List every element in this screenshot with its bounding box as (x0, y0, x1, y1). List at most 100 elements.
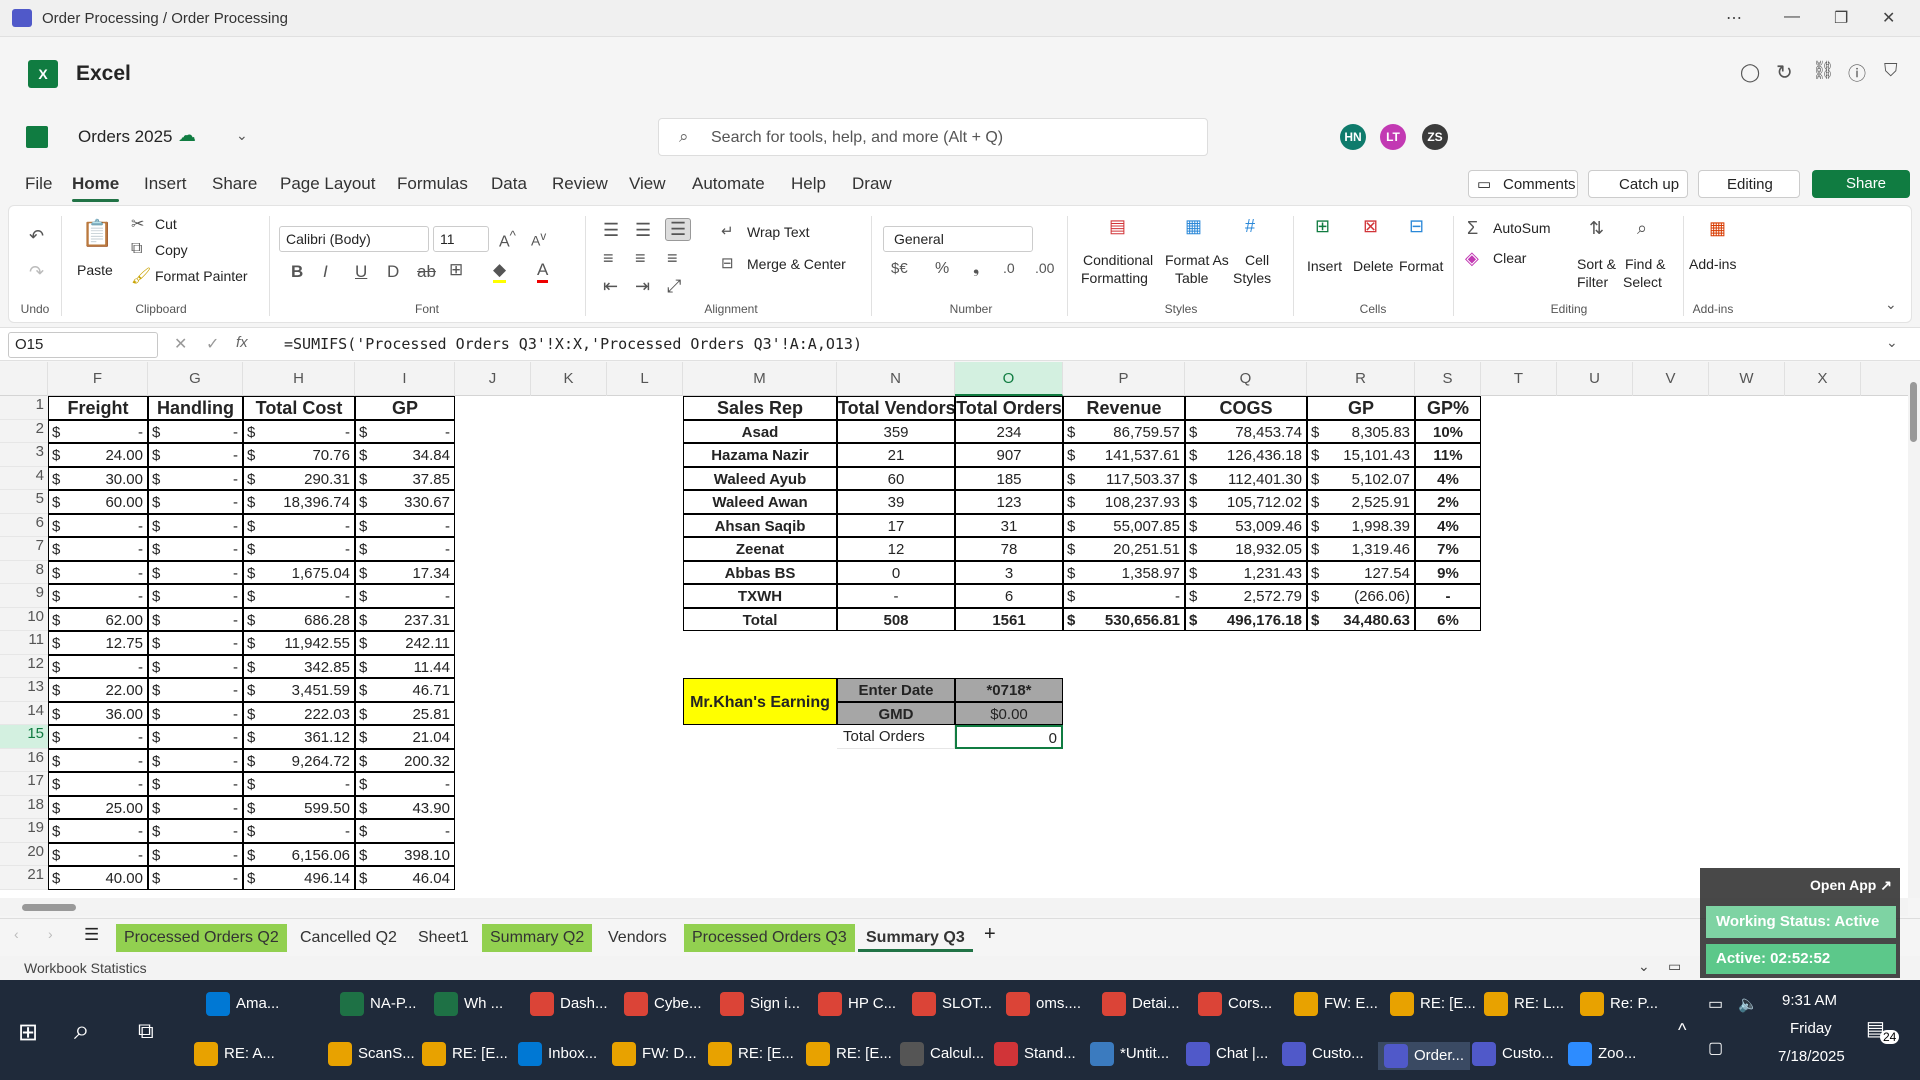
taskbar-app-button[interactable]: Custo... (1472, 1042, 1554, 1066)
avatar[interactable]: LT (1380, 124, 1406, 150)
function-icon[interactable]: fx (236, 334, 248, 351)
orders-cell[interactable]: 31 (955, 513, 1063, 537)
column-header[interactable]: R (1307, 362, 1415, 396)
merge-center-button[interactable]: Merge & Center (747, 256, 846, 272)
cogs-cell[interactable]: $18,932.05 (1185, 537, 1307, 561)
format-as-table-button[interactable]: Format As (1165, 252, 1229, 268)
summary-header-cell[interactable]: Revenue (1063, 396, 1185, 420)
tab-share[interactable]: Share (212, 174, 257, 194)
summary-header-cell[interactable]: GP (1307, 396, 1415, 420)
gp-cell[interactable]: $ (266.06) (1307, 584, 1415, 608)
add-ins-button[interactable]: Add-ins (1689, 256, 1736, 272)
currency-cell[interactable]: $ - (148, 795, 243, 819)
increase-decimal-icon[interactable]: .0 (1003, 260, 1015, 276)
gp-percent-cell[interactable]: 4% (1415, 513, 1481, 537)
taskbar-app-button[interactable]: oms.... (1006, 992, 1081, 1016)
vendors-cell[interactable]: 17 (837, 513, 955, 537)
row-header[interactable]: 20 (0, 842, 48, 866)
sheet-tab[interactable]: Cancelled Q2 (292, 924, 405, 952)
currency-cell[interactable]: $12.75 (48, 631, 148, 655)
tab-formulas[interactable]: Formulas (397, 174, 468, 194)
currency-cell[interactable]: $ - (243, 772, 355, 796)
currency-cell[interactable]: $ - (148, 466, 243, 490)
cell-styles-button[interactable]: Cell (1245, 252, 1269, 268)
currency-cell[interactable]: $30.00 (48, 466, 148, 490)
gp-cell[interactable]: $1,998.39 (1307, 513, 1415, 537)
currency-cell[interactable]: $ - (148, 772, 243, 796)
currency-cell[interactable]: $ - (148, 537, 243, 561)
currency-cell[interactable]: $ - (48, 584, 148, 608)
row-header[interactable]: 12 (0, 654, 48, 678)
taskbar-app-button[interactable]: RE: [E... (422, 1042, 508, 1066)
taskbar-app-button[interactable]: Zoo... (1568, 1042, 1636, 1066)
sheet-tab[interactable]: Vendors (600, 924, 675, 952)
search-box[interactable]: ⌕ Search for tools, help, and more (Alt … (658, 118, 1208, 156)
vendors-cell[interactable]: 508 (837, 607, 955, 631)
close-button[interactable]: ✕ (1882, 8, 1895, 28)
task-view-icon[interactable]: ⧉ (138, 1018, 154, 1044)
show-hidden-icons[interactable]: ^ (1678, 1020, 1686, 1041)
revenue-cell[interactable]: $141,537.61 (1063, 443, 1185, 467)
currency-cell[interactable]: $25.00 (48, 795, 148, 819)
tab-review[interactable]: Review (552, 174, 608, 194)
currency-cell[interactable]: $ - (355, 584, 455, 608)
taskbar-app-button[interactable]: Sign i... (720, 992, 800, 1016)
currency-cell[interactable]: $ - (48, 725, 148, 749)
find-select-button[interactable]: Find & (1625, 256, 1665, 272)
row-header[interactable]: 14 (0, 701, 48, 725)
column-title-cell[interactable]: Freight (48, 396, 148, 420)
tab-automate[interactable]: Automate (692, 174, 765, 194)
currency-cell[interactable]: $398.10 (355, 842, 455, 866)
taskbar-app-button[interactable]: FW: D... (612, 1042, 697, 1066)
editing-mode-button[interactable]: Editing (1698, 170, 1800, 198)
row-header[interactable]: 18 (0, 795, 48, 819)
currency-cell[interactable]: $ - (148, 866, 243, 890)
clock-date[interactable]: 7/18/2025 (1778, 1048, 1845, 1065)
orders-cell[interactable]: 6 (955, 584, 1063, 608)
gp-cell[interactable]: $127.54 (1307, 560, 1415, 584)
tab-page-layout[interactable]: Page Layout (280, 174, 375, 194)
orders-cell[interactable]: 3 (955, 560, 1063, 584)
vertical-scrollbar[interactable] (1908, 362, 1920, 898)
add-sheet-icon[interactable]: + (984, 923, 996, 946)
cogs-cell[interactable]: $78,453.74 (1185, 419, 1307, 443)
taskbar-app-button[interactable]: Calcul... (900, 1042, 984, 1066)
gp-percent-cell[interactable]: - (1415, 584, 1481, 608)
column-header[interactable]: V (1633, 362, 1709, 396)
taskbar-app-button[interactable]: *Untit... (1090, 1042, 1169, 1066)
column-title-cell[interactable]: Total Cost (243, 396, 355, 420)
search-icon[interactable]: ⌕ (74, 1014, 90, 1047)
cogs-cell[interactable]: $53,009.46 (1185, 513, 1307, 537)
vendors-cell[interactable]: - (837, 584, 955, 608)
currency-cell[interactable]: $43.90 (355, 795, 455, 819)
minimize-button[interactable]: — (1784, 8, 1800, 26)
currency-cell[interactable]: $21.04 (355, 725, 455, 749)
tab-help[interactable]: Help (791, 174, 826, 194)
vendors-cell[interactable]: 0 (837, 560, 955, 584)
undo-icon[interactable]: ↶ (29, 226, 44, 247)
column-header[interactable]: K (531, 362, 607, 396)
column-title-cell[interactable]: Handling (148, 396, 243, 420)
sales-rep-cell[interactable]: Waleed Ayub (683, 466, 837, 490)
taskbar-app-button[interactable]: HP C... (818, 992, 896, 1016)
row-header[interactable]: 15 (0, 725, 48, 749)
row-header[interactable]: 5 (0, 490, 48, 514)
taskbar-app-button[interactable]: RE: L... (1484, 992, 1564, 1016)
currency-cell[interactable]: $70.76 (243, 443, 355, 467)
row-header[interactable]: 17 (0, 772, 48, 796)
row-header[interactable]: 2 (0, 419, 48, 443)
gp-cell[interactable]: $1,319.46 (1307, 537, 1415, 561)
gp-percent-cell[interactable]: 9% (1415, 560, 1481, 584)
refresh-icon[interactable]: ↻ (1776, 60, 1793, 85)
column-header[interactable]: Q (1185, 362, 1307, 396)
sheet-tab[interactable]: Processed Orders Q3 (684, 924, 855, 952)
info-icon[interactable]: ⓘ (1848, 60, 1866, 86)
worksheet-grid[interactable]: FGHIJKLMNOPQRSTUVWX 1 2 3 4 5 6 7 8 9 10 11 12 13 14 1… (0, 362, 1908, 898)
column-title-cell[interactable]: GP (355, 396, 455, 420)
currency-cell[interactable]: $ - (243, 419, 355, 443)
insert-cells-button[interactable]: Insert (1307, 258, 1342, 274)
row-header[interactable]: 10 (0, 607, 48, 631)
clock-time[interactable]: 9:31 AM (1782, 992, 1837, 1009)
taskbar-app-button[interactable]: Stand... (994, 1042, 1076, 1066)
percent-icon[interactable]: % (935, 260, 949, 278)
